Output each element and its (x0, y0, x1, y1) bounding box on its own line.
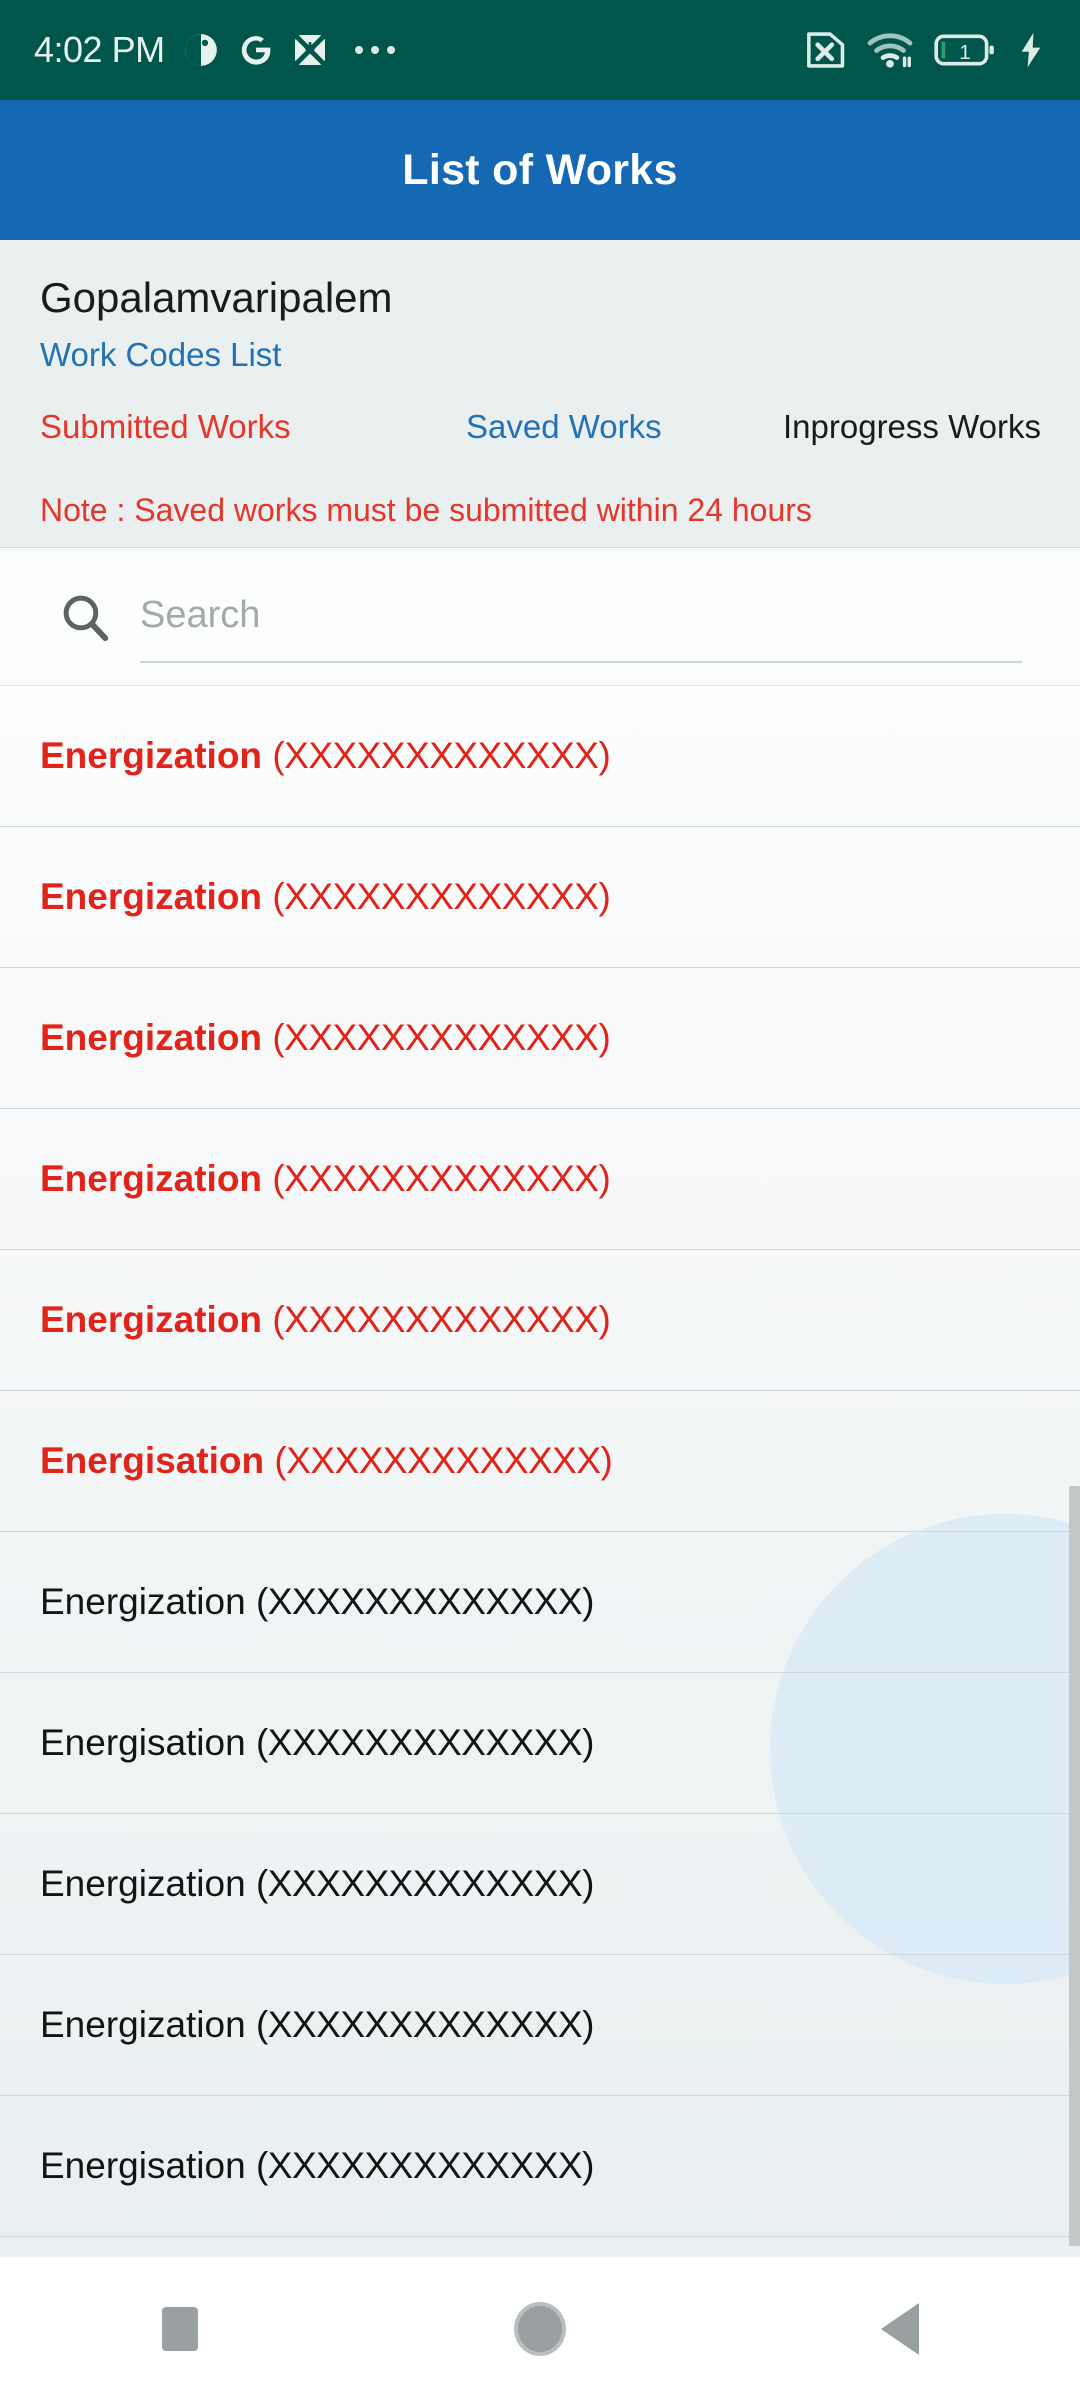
work-item-code: (XXXXXXXXXXXXX) (255, 1581, 594, 1622)
work-item-code: (XXXXXXXXXXXXX) (255, 1863, 594, 1904)
clock-theme-icon (182, 31, 220, 69)
work-item-label: Energization (XXXXXXXXXXXXX) (40, 876, 611, 918)
work-item-code: (XXXXXXXXXXXXX) (272, 1299, 611, 1340)
work-item-lead: Energization (40, 1158, 263, 1199)
work-item-code: (XXXXXXXXXXXXX) (272, 735, 611, 776)
more-dots-icon (354, 46, 395, 54)
back-button[interactable] (825, 2257, 975, 2400)
status-bar-clock: 4:02 PM (34, 29, 165, 70)
table-row[interactable]: Energization (XXXXXXXXXXXXX) (0, 1532, 1080, 1673)
work-item-label: Energization (XXXXXXXXXXXXX) (40, 1299, 611, 1341)
table-row[interactable]: Energisation (XXXXXXXXXXXXX) (0, 1391, 1080, 1532)
work-item-lead: Energisation (40, 1440, 265, 1481)
work-item-lead: Energization (40, 1017, 263, 1058)
recents-button[interactable] (105, 2257, 255, 2400)
work-item-label: Energisation (XXXXXXXXXXXXX) (40, 1722, 594, 1764)
status-bar: 4:02 PM 1 (0, 0, 1080, 100)
phone-screen: 4:02 PM 1 List of Works Gopalamvaripalem… (0, 0, 1080, 2400)
svg-text:1: 1 (959, 41, 971, 64)
battery-icon: 1 (934, 32, 996, 68)
google-g-icon (237, 31, 275, 69)
work-item-code: (XXXXXXXXXXXXX) (255, 2004, 594, 2045)
work-item-lead: Energisation (40, 1722, 246, 1763)
table-row[interactable]: Energization (XXXXXXXXXXXXX) (0, 1955, 1080, 2096)
work-item-lead: Energisation (40, 2145, 246, 2186)
download-file-icon (292, 32, 328, 68)
table-row[interactable]: Energization (XXXXXXXXXXXXX) (0, 686, 1080, 827)
work-item-label: Energization (XXXXXXXXXXXXX) (40, 1017, 611, 1059)
works-list[interactable]: Energization (XXXXXXXXXXXXX) Energizatio… (0, 686, 1080, 2256)
village-name: Gopalamvaripalem (40, 274, 393, 321)
status-bar-left: 4:02 PM (34, 29, 800, 71)
work-item-code: (XXXXXXXXXXXXX) (272, 876, 611, 917)
work-item-code: (XXXXXXXXXXXXX) (272, 1017, 611, 1058)
work-item-code: (XXXXXXXXXXXXX) (272, 1158, 611, 1199)
android-navigation-bar (0, 2256, 1080, 2400)
work-item-lead: Energization (40, 735, 263, 776)
work-item-code: (XXXXXXXXXXXXX) (255, 1722, 594, 1763)
page-title: List of Works (402, 145, 678, 194)
work-item-code: (XXXXXXXXXXXXX) (255, 2145, 594, 2186)
table-row[interactable]: Energisation (XXXXXXXXXXXXX) (0, 1673, 1080, 1814)
info-panel: Gopalamvaripalem Work Codes List Submitt… (0, 240, 1080, 548)
search-input[interactable] (140, 570, 1022, 663)
table-row[interactable]: Energisation (XXXXXXXXXXXXX) (0, 2096, 1080, 2237)
search-icon (58, 590, 112, 644)
table-row[interactable]: Energization (XXXXXXXXXXXXX) (0, 968, 1080, 1109)
work-item-label: Energization (XXXXXXXXXXXXX) (40, 2004, 594, 2046)
work-item-lead: Energization (40, 1299, 263, 1340)
table-row[interactable]: Energization (XXXXXXXXXXXXX) (0, 1814, 1080, 1955)
work-item-label: Energisation (XXXXXXXXXXXXX) (40, 2145, 594, 2187)
work-item-label: Energization (XXXXXXXXXXXXX) (40, 1581, 594, 1623)
work-codes-list-link[interactable]: Work Codes List (40, 336, 281, 374)
tab-submitted-works[interactable]: Submitted Works (40, 408, 291, 446)
search-bar (0, 548, 1080, 686)
table-row[interactable]: Energization (XXXXXXXXXXXXX) (0, 1109, 1080, 1250)
no-sim-icon (800, 30, 846, 70)
recents-square-icon (162, 2306, 198, 2351)
status-bar-right: 1 (800, 30, 1046, 70)
work-item-label: Energization (XXXXXXXXXXXXX) (40, 735, 611, 777)
work-item-lead: Energization (40, 2004, 246, 2045)
home-button[interactable] (465, 2257, 615, 2400)
work-item-label: Energization (XXXXXXXXXXXXX) (40, 1158, 611, 1200)
tab-saved-works[interactable]: Saved Works (466, 408, 662, 446)
table-row[interactable]: Energization (XXXXXXXXXXXXX) (0, 1250, 1080, 1391)
app-bar: List of Works (0, 100, 1080, 240)
works-tab-bar: Submitted Works Saved Works Inprogress W… (0, 408, 1080, 466)
work-item-lead: Energization (40, 876, 263, 917)
charging-bolt-icon (1016, 31, 1046, 69)
back-triangle-icon (881, 2302, 919, 2355)
wifi-icon (866, 30, 914, 70)
work-item-label: Energisation (XXXXXXXXXXXXX) (40, 1440, 613, 1482)
work-item-lead: Energization (40, 1581, 246, 1622)
work-item-lead: Energization (40, 1863, 246, 1904)
table-row[interactable]: Energization (XXXXXXXXXXXXX) (0, 827, 1080, 968)
home-circle-icon (514, 2301, 566, 2356)
tab-inprogress-works[interactable]: Inprogress Works (783, 408, 1041, 446)
work-item-code: (XXXXXXXXXXXXX) (274, 1440, 613, 1481)
note-text: Note : Saved works must be submitted wit… (40, 492, 812, 528)
work-item-label: Energization (XXXXXXXXXXXXX) (40, 1863, 594, 1905)
